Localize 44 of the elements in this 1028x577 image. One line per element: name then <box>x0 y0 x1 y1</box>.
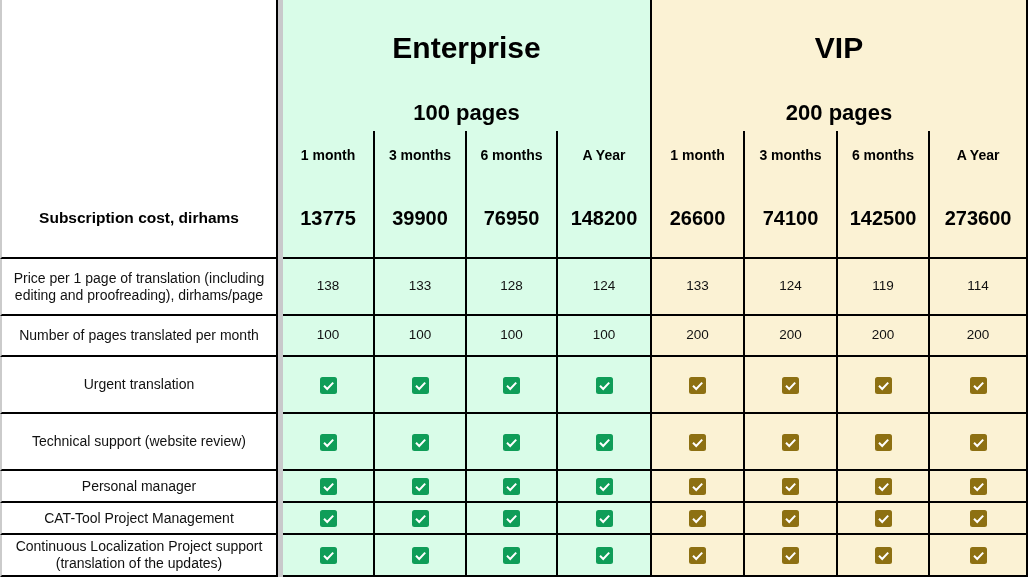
period-label: 6 months <box>838 131 930 179</box>
table-cell: 200 <box>930 316 1028 357</box>
period-label: 3 months <box>375 131 467 179</box>
feature-label: Price per 1 page of translation (including editing and proofreading), dirhams/page <box>0 259 278 316</box>
feature-label: Urgent translation <box>0 357 278 414</box>
table-cell: 124 <box>558 259 652 316</box>
table-cell: 100 <box>375 316 467 357</box>
period-label: A Year <box>930 131 1028 179</box>
plan-pages: 100 pages <box>283 94 652 131</box>
table-cell: 200 <box>745 316 838 357</box>
plan-title: VIP <box>652 0 1028 94</box>
table-cell: 138 <box>283 259 375 316</box>
period-label: 1 month <box>283 131 375 179</box>
table-cell: 119 <box>838 259 930 316</box>
table-cell: 200 <box>838 316 930 357</box>
feature-label: Number of pages translated per month <box>0 316 278 357</box>
price-value: 26600 <box>652 179 745 259</box>
price-value: 148200 <box>558 179 652 259</box>
price-value: 39900 <box>375 179 467 259</box>
price-value: 76950 <box>467 179 558 259</box>
table-cell: 100 <box>283 316 375 357</box>
table-cell: 100 <box>467 316 558 357</box>
period-label: 6 months <box>467 131 558 179</box>
table-cell: 114 <box>930 259 1028 316</box>
row-header: Subscription cost, dirhams <box>0 179 278 259</box>
table-cell: 128 <box>467 259 558 316</box>
feature-label: Personal manager <box>0 471 278 503</box>
plan-title: Enterprise <box>283 0 652 94</box>
feature-label: CAT-Tool Project Management <box>0 503 278 535</box>
price-value: 142500 <box>838 179 930 259</box>
feature-label: Continuous Localization Project support (translation of the updates) <box>0 535 278 577</box>
table-cell: 133 <box>375 259 467 316</box>
price-value: 74100 <box>745 179 838 259</box>
table-cell: 133 <box>652 259 745 316</box>
price-value: 13775 <box>283 179 375 259</box>
plan-pages: 200 pages <box>652 94 1028 131</box>
table-cell: 100 <box>558 316 652 357</box>
table-cell: 124 <box>745 259 838 316</box>
period-label: 3 months <box>745 131 838 179</box>
period-label: 1 month <box>652 131 745 179</box>
feature-label: Technical support (website review) <box>0 414 278 471</box>
price-value: 273600 <box>930 179 1028 259</box>
period-label: A Year <box>558 131 652 179</box>
table-cell: 200 <box>652 316 745 357</box>
